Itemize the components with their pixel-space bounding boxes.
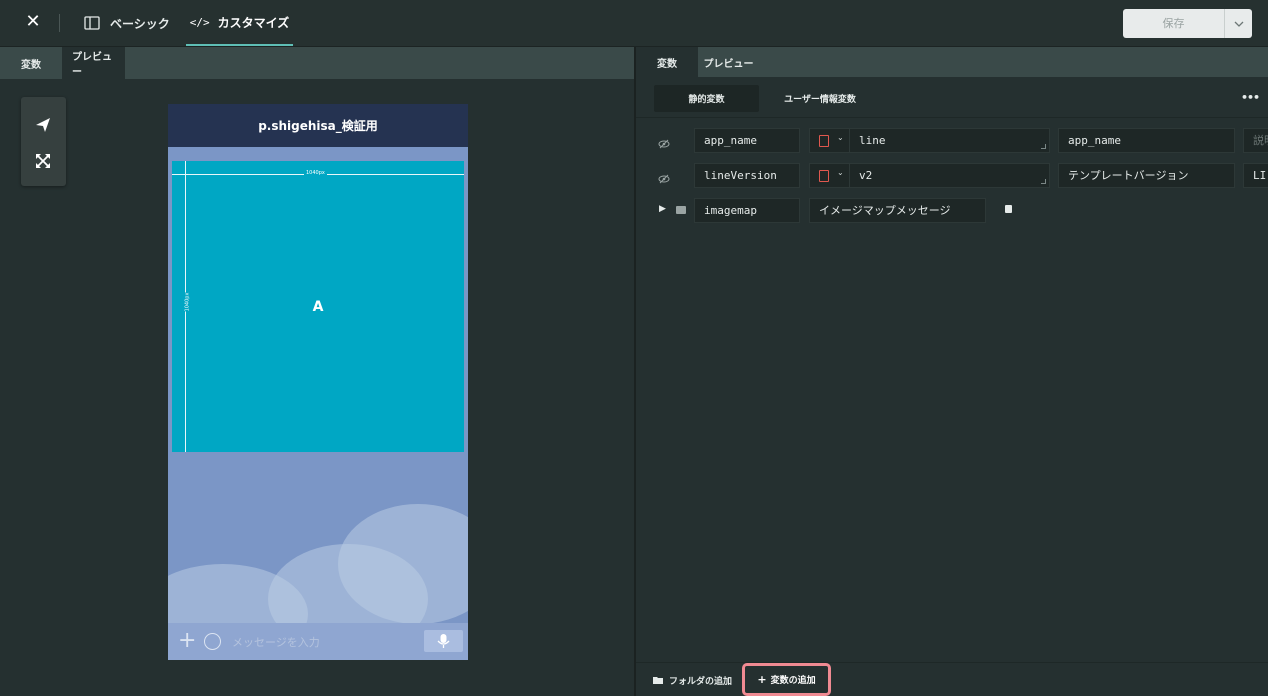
variable-value-field[interactable]: v2 * [849, 163, 1255, 188]
variable-description-field[interactable]: app_name [1058, 128, 1235, 153]
imagemap-area-label: A [312, 298, 324, 315]
add-variable-button[interactable]: + 変数の追加 [742, 663, 831, 696]
left-subtabs: 変数 プレビュー [0, 47, 634, 79]
variable-value-field[interactable]: line * [849, 128, 1255, 153]
folder-icon [676, 206, 686, 214]
tab-preview-right[interactable]: プレビュー [698, 47, 759, 77]
variable-value: line [859, 134, 886, 147]
plus-icon[interactable]: + [178, 630, 196, 652]
variable-type-switch: 静的変数 ユーザー情報変数 [654, 85, 881, 112]
right-subtabs: 変数 プレビュー [636, 47, 1268, 77]
tab-customize[interactable]: </> カスタマイズ [186, 0, 293, 46]
variable-name-field[interactable]: app_name [694, 128, 800, 153]
top-bar: ✕ ベーシック </> カスタマイズ 保存 [0, 0, 1268, 47]
caret-right-icon[interactable]: ▶ [659, 204, 666, 214]
eye-off-icon[interactable] [658, 135, 670, 149]
variable-type-select[interactable]: ⌄ [809, 128, 850, 153]
folder-row: ▶ imagemap イメージマップメッセージ [636, 198, 1268, 224]
resize-handle-icon[interactable] [1041, 144, 1046, 149]
imagemap-area[interactable]: 1040px 1040px A [172, 161, 464, 452]
variable-extra-field[interactable]: 説明 [1243, 128, 1268, 153]
file-type-icon [819, 170, 829, 182]
save-button-group: 保存 [1123, 9, 1252, 38]
mic-icon [437, 634, 450, 648]
preview-toolbar [21, 97, 66, 186]
tab-preview-left[interactable]: プレビュー [62, 47, 125, 79]
variable-row: lineVersion ⌄ v2 * テンプレートバージョン LI [636, 163, 1268, 189]
variable-description-field[interactable]: テンプレートバージョン [1058, 163, 1235, 188]
divider [59, 14, 60, 32]
folder-description-field[interactable]: イメージマップメッセージ [809, 198, 986, 223]
eye-off-icon[interactable] [658, 170, 670, 184]
add-folder-button[interactable]: フォルダの追加 [653, 670, 732, 690]
save-dropdown-button[interactable] [1225, 9, 1252, 38]
tab-user-info-variables[interactable]: ユーザー情報変数 [759, 85, 881, 112]
preview-panel: 変数 プレビュー p.shigehisa_検証用 1040px 1040px A… [0, 47, 634, 696]
tab-basic-label: ベーシック [110, 16, 170, 31]
add-variable-label: 変数の追加 [770, 676, 816, 686]
tab-static-variables[interactable]: 静的変数 [654, 85, 759, 112]
resize-handle-icon[interactable] [1041, 179, 1046, 184]
file-type-icon [819, 135, 829, 147]
chat-input-bar: + メッセージを入力 [168, 623, 468, 660]
bottom-action-bar: フォルダの追加 + 変数の追加 [636, 662, 1268, 696]
phone-preview: p.shigehisa_検証用 1040px 1040px A + メッセージを… [168, 104, 468, 660]
divider [636, 117, 1268, 118]
chevron-down-icon: ⌄ [837, 168, 844, 177]
variable-name-field[interactable]: lineVersion [694, 163, 800, 188]
variable-extra-field[interactable]: LI [1243, 163, 1268, 188]
chevron-down-icon: ⌄ [837, 133, 844, 142]
variable-row: app_name ⌄ line * app_name 説明 [636, 128, 1268, 154]
variables-panel: 変数 プレビュー 静的変数 ユーザー情報変数 ••• app_name ⌄ li… [636, 47, 1268, 696]
add-folder-label: フォルダの追加 [669, 676, 733, 687]
tab-variables-left[interactable]: 変数 [0, 47, 62, 79]
sidebar-layout-icon [84, 16, 100, 30]
send-icon[interactable] [33, 115, 53, 135]
save-button[interactable]: 保存 [1123, 9, 1224, 38]
folder-name-field[interactable]: imagemap [694, 198, 800, 223]
close-icon[interactable]: ✕ [22, 11, 44, 33]
variable-type-select[interactable]: ⌄ [809, 163, 850, 188]
tab-variables-right[interactable]: 変数 [636, 47, 698, 77]
expand-icon[interactable] [33, 151, 53, 171]
message-input[interactable]: メッセージを入力 [232, 634, 320, 650]
chevron-down-icon [1234, 21, 1243, 27]
tab-customize-label: カスタマイズ [217, 15, 290, 30]
variable-value: v2 [859, 169, 873, 182]
trash-icon[interactable] [1005, 205, 1012, 213]
more-options-icon[interactable]: ••• [1241, 91, 1260, 104]
emoji-icon[interactable] [204, 633, 221, 650]
code-icon: </> [189, 15, 210, 29]
chat-title: p.shigehisa_検証用 [168, 104, 468, 147]
plus-icon: + [757, 673, 767, 686]
tab-basic[interactable]: ベーシック [84, 0, 170, 46]
folder-open-icon [653, 676, 663, 684]
mic-button[interactable] [424, 630, 463, 652]
